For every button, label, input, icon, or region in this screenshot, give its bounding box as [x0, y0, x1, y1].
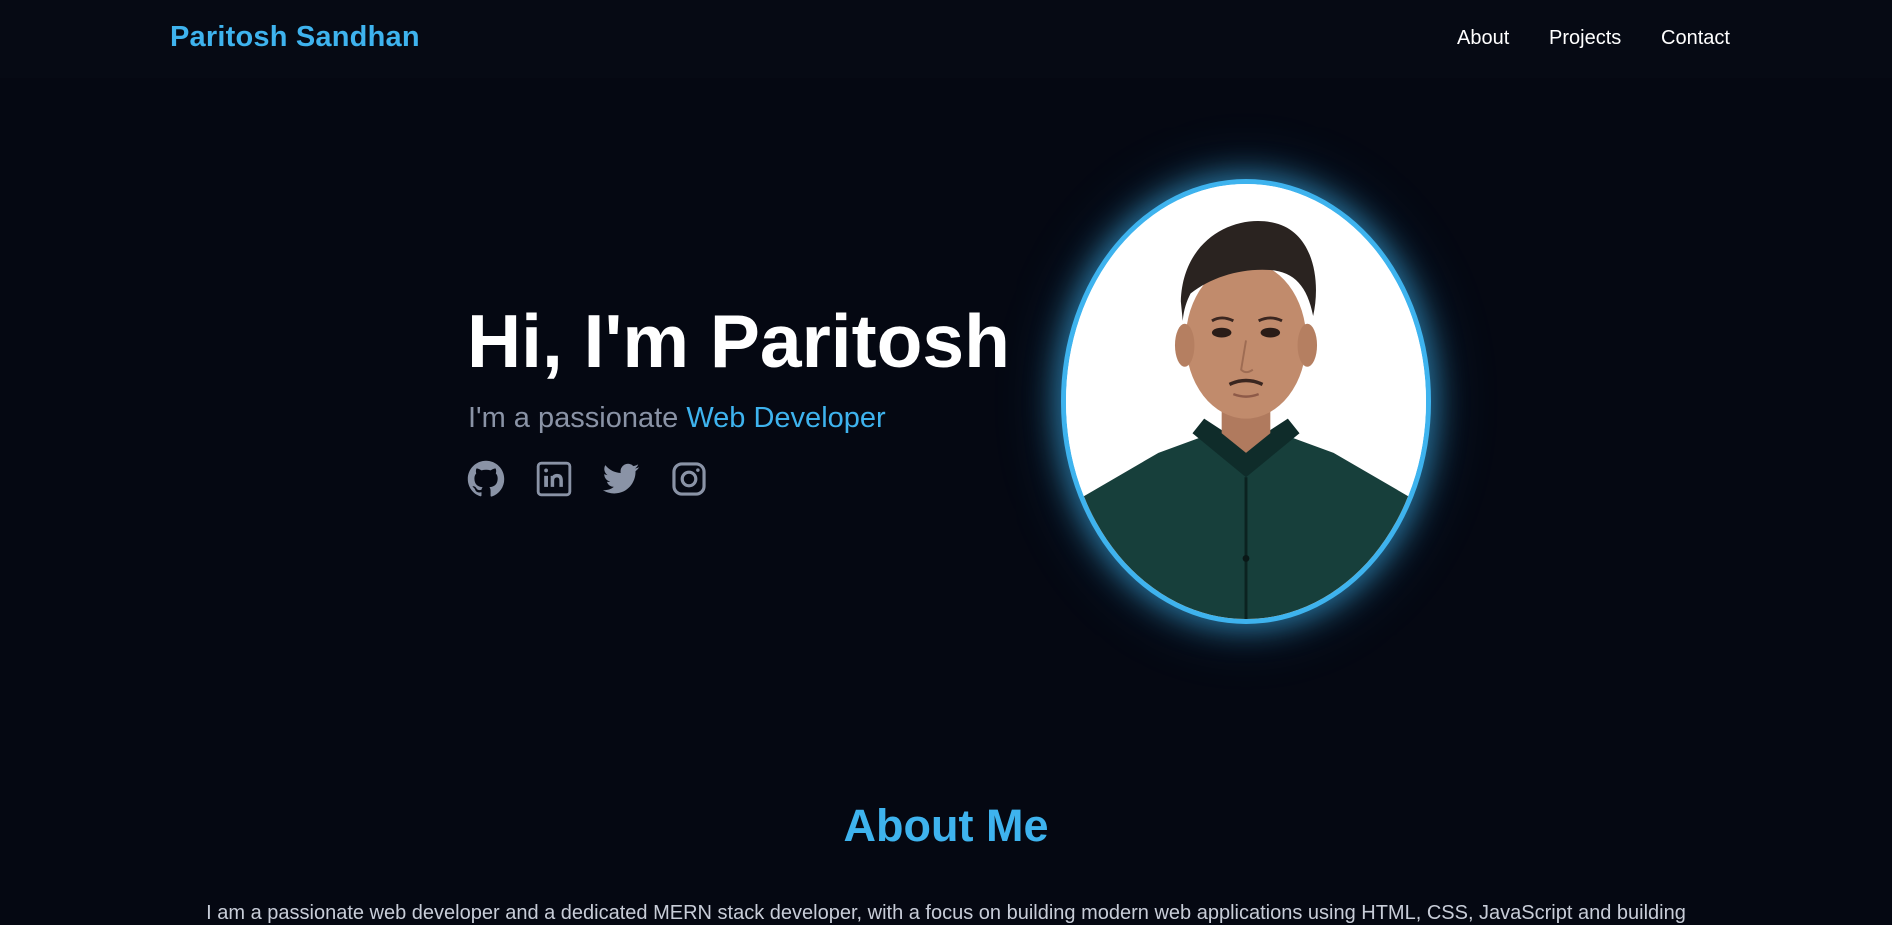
about-text: I am a passionate web developer and a de…	[206, 902, 1686, 924]
linkedin-link[interactable]	[535, 460, 573, 498]
about-title: About Me	[843, 800, 1049, 851]
linkedin-icon	[535, 460, 573, 498]
hero-subtitle-highlight: Web Developer	[686, 402, 886, 434]
github-icon	[467, 460, 505, 498]
nav-link-about[interactable]: About	[1457, 27, 1509, 50]
hero-subtitle-prefix: I'm a passionate	[468, 402, 687, 434]
instagram-link[interactable]	[670, 460, 708, 498]
hero-subtitle: I'm a passionate Web Developer	[468, 402, 886, 435]
profile-photo	[1061, 179, 1431, 624]
twitter-icon	[602, 460, 640, 498]
brand-logo[interactable]: Paritosh Sandhan	[170, 21, 420, 54]
nav-link-contact[interactable]: Contact	[1661, 27, 1730, 50]
nav-link-projects[interactable]: Projects	[1549, 27, 1621, 50]
navbar: Paritosh Sandhan About Projects Contact	[0, 0, 1892, 78]
hero-title: Hi, I'm Paritosh	[467, 299, 1010, 383]
instagram-icon	[670, 460, 708, 498]
twitter-link[interactable]	[602, 460, 640, 498]
github-link[interactable]	[467, 460, 505, 498]
